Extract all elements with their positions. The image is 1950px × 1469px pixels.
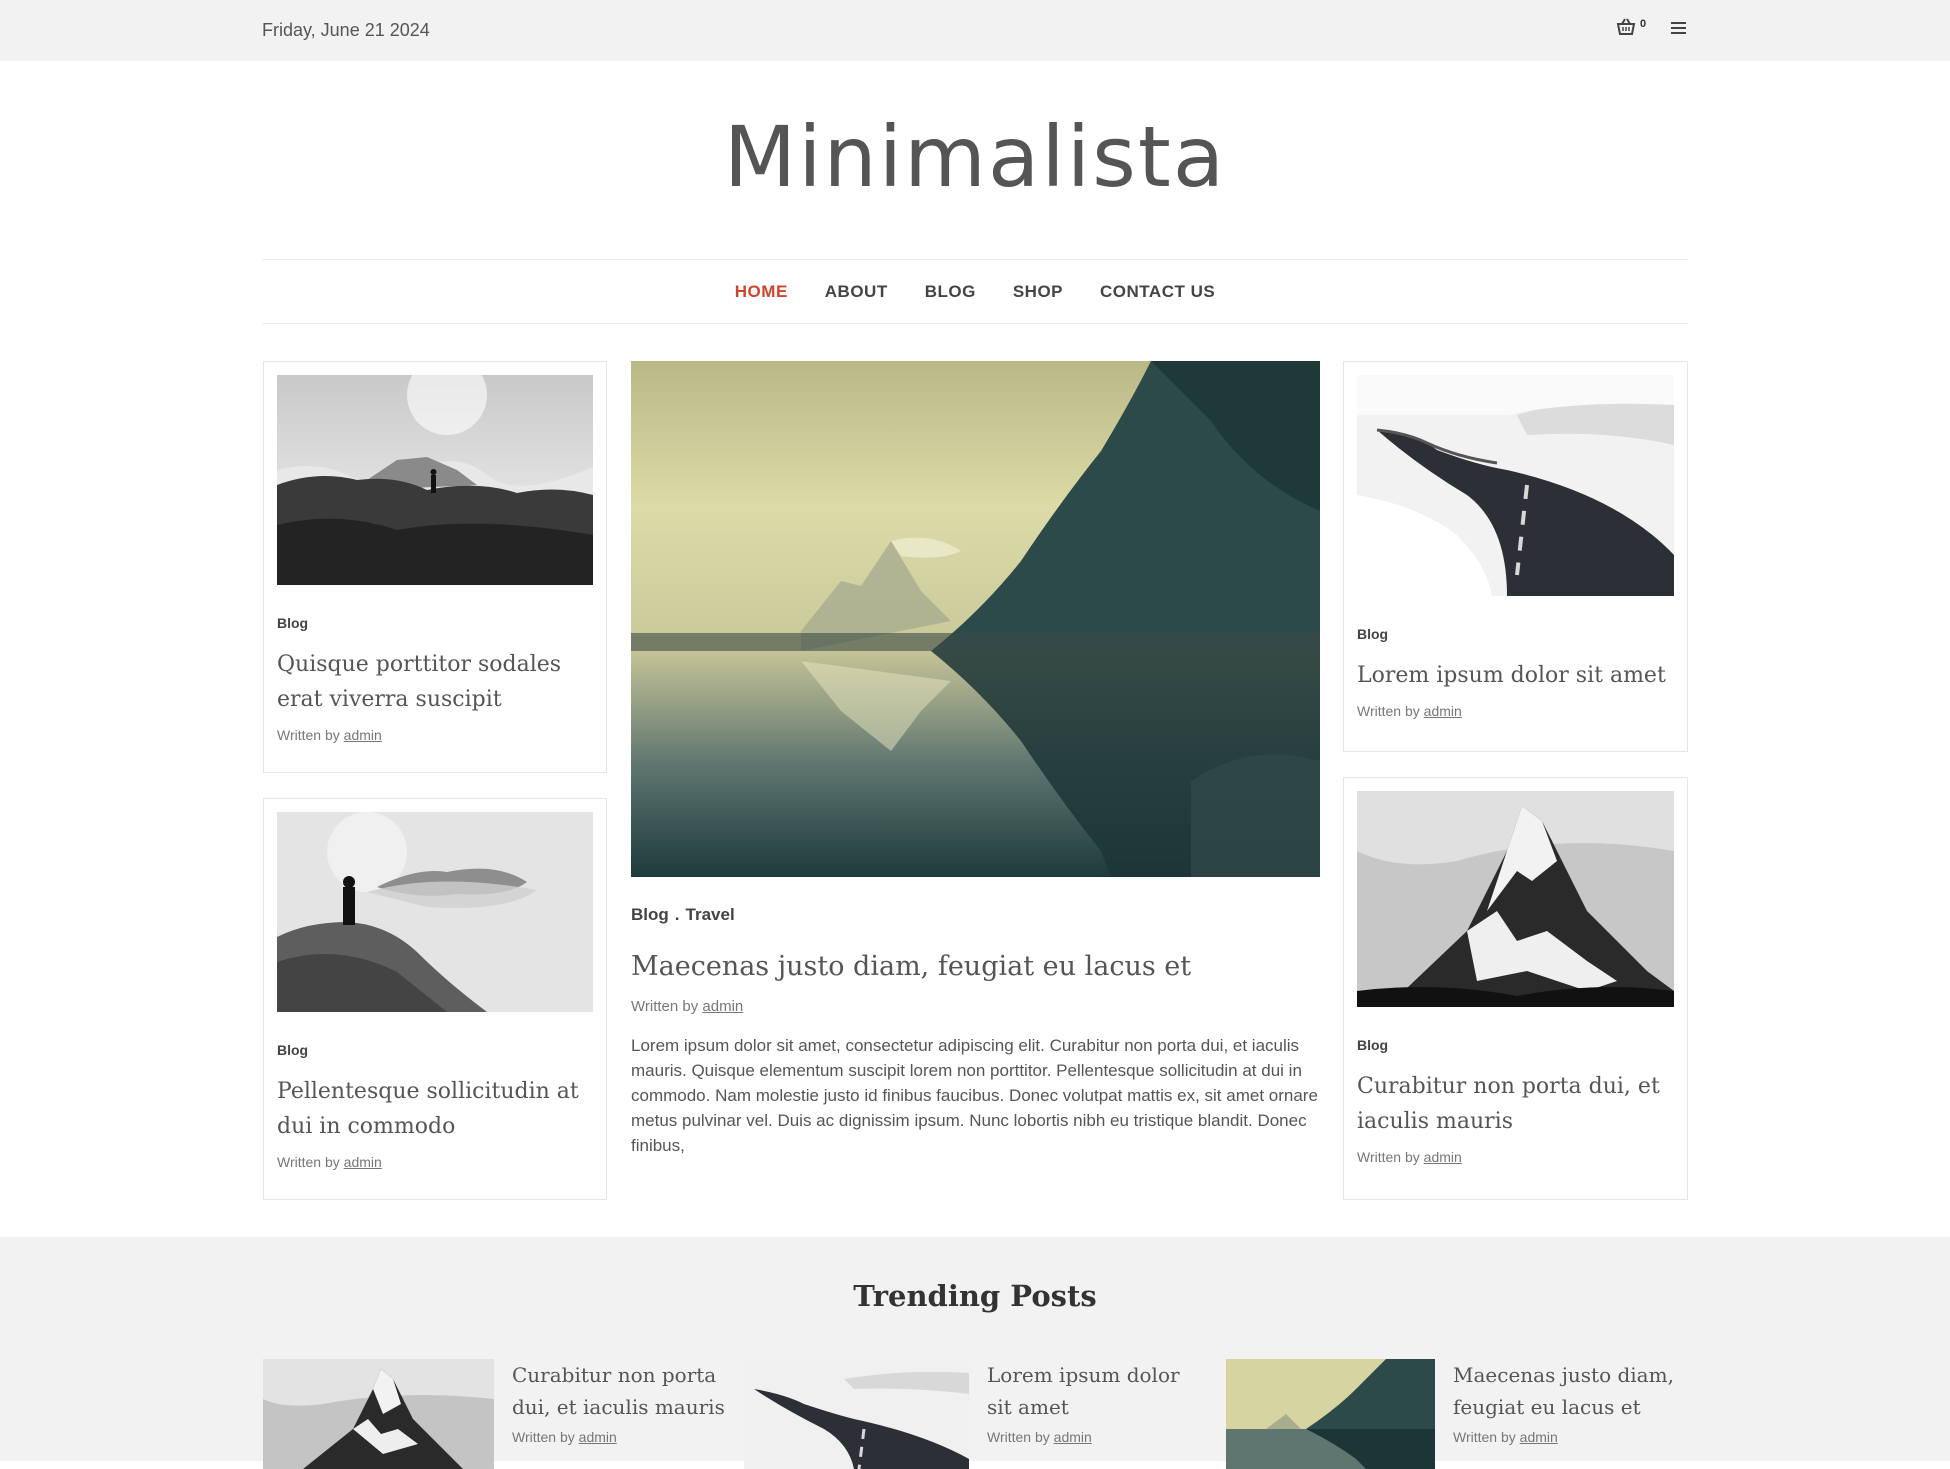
category-separator: . [674,905,680,924]
featured-post-excerpt: Lorem ipsum dolor sit amet, consectetur … [631,1036,1318,1155]
featured-post-image-mountain-lake[interactable] [631,361,1320,877]
category-travel[interactable]: Travel [686,905,735,924]
post-category[interactable]: Blog [277,615,593,631]
post-card-left-top: Blog Quisque porttitor sodales erat vive… [263,361,607,773]
trending-item: Lorem ipsum dolor sit amet Written by ad… [744,1359,1202,1469]
featured-post-title[interactable]: Maecenas justo diam, feugiat eu lacus et [631,951,1320,982]
post-image-snowy-road[interactable] [1357,375,1674,596]
post-title[interactable]: Pellentesque sollicitudin at dui in comm… [277,1074,593,1144]
menu-button[interactable] [1670,20,1690,40]
trending-thumb-matterhorn[interactable] [263,1359,494,1469]
post-title[interactable]: Lorem ipsum dolor sit amet [1357,658,1674,693]
author-link[interactable]: admin [344,1154,382,1170]
trending-meta: Written by admin [1453,1429,1558,1445]
trending-info: Maecenas justo diam, feugiat eu lacus et… [1453,1359,1678,1469]
site-title[interactable]: Minimalista [0,108,1950,206]
trending-meta: Written by admin [987,1429,1092,1445]
post-image-person-in-clouds[interactable] [277,812,593,1012]
post-meta: Written by admin [1357,1149,1462,1165]
post-title[interactable]: Quisque porttitor sodales erat viverra s… [277,647,593,717]
post-card-left-bottom: Blog Pellentesque sollicitudin at dui in… [263,798,607,1200]
top-bar: Friday, June 21 2024 0 [0,0,1950,61]
author-link[interactable]: admin [1424,1149,1462,1165]
post-meta: Written by admin [277,1154,382,1170]
author-link[interactable]: admin [1520,1429,1558,1445]
nav-home[interactable]: HOME [735,282,788,302]
featured-post: Blog. Travel Maecenas justo diam, feugiat… [631,361,1320,1158]
trending-title[interactable]: Curabitur non porta dui, et iaculis maur… [512,1359,732,1423]
cart-button[interactable]: 0 [1616,18,1646,36]
post-category[interactable]: Blog [1357,626,1674,642]
hamburger-menu-icon [1671,22,1686,34]
current-date: Friday, June 21 2024 [262,20,430,40]
featured-post-categories: Blog. Travel [631,905,1320,925]
post-image-hiker-on-rocks[interactable] [277,375,593,585]
post-category[interactable]: Blog [277,1042,593,1058]
cart-count: 0 [1640,18,1647,30]
post-category[interactable]: Blog [1357,1037,1674,1053]
author-link[interactable]: admin [702,998,743,1015]
post-meta: Written by admin [1357,703,1462,719]
trending-posts-section: Trending Posts Curabitur non porta dui, … [0,1237,1950,1469]
nav-blog[interactable]: BLOG [925,282,976,302]
author-link[interactable]: admin [344,727,382,743]
nav-contact-us[interactable]: CONTACT US [1100,282,1215,302]
trending-info: Curabitur non porta dui, et iaculis maur… [512,1359,732,1469]
post-image-matterhorn[interactable] [1357,791,1674,1007]
featured-post-meta: Written by admin [631,998,744,1015]
post-title[interactable]: Curabitur non porta dui, et iaculis maur… [1357,1069,1674,1139]
trending-title[interactable]: Maecenas justo diam, feugiat eu lacus et [1453,1359,1678,1423]
trending-thumb-mountain-lake[interactable] [1226,1359,1435,1469]
post-card-right-bottom: Blog Curabitur non porta dui, et iaculis… [1343,777,1688,1200]
category-blog[interactable]: Blog [631,905,669,924]
trending-thumb-snowy-road[interactable] [744,1359,969,1469]
trending-item: Curabitur non porta dui, et iaculis maur… [263,1359,732,1469]
author-link[interactable]: admin [579,1429,617,1445]
trending-title[interactable]: Lorem ipsum dolor sit amet [987,1359,1202,1423]
main-navigation: HOME ABOUT BLOG SHOP CONTACT US [262,259,1688,324]
trending-meta: Written by admin [512,1429,617,1445]
basket-icon [1616,18,1636,35]
post-card-right-top: Blog Lorem ipsum dolor sit amet Written … [1343,361,1688,752]
trending-info: Lorem ipsum dolor sit amet Written by ad… [987,1359,1202,1469]
author-link[interactable]: admin [1424,703,1462,719]
nav-shop[interactable]: SHOP [1013,282,1063,302]
post-meta: Written by admin [277,727,382,743]
author-link[interactable]: admin [1054,1429,1092,1445]
trending-heading: Trending Posts [853,1279,1097,1313]
trending-item: Maecenas justo diam, feugiat eu lacus et… [1226,1359,1678,1469]
nav-about[interactable]: ABOUT [825,282,888,302]
